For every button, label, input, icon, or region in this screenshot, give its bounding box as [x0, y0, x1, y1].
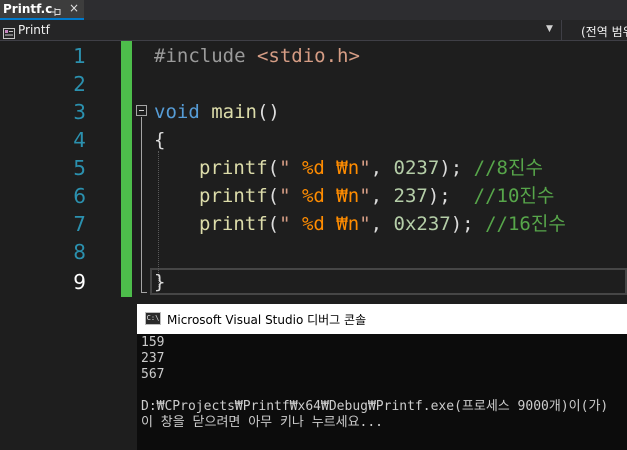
chevron-down-icon[interactable]: ▼ [546, 24, 553, 34]
line-number: 8 [73, 240, 86, 264]
console-app-icon: C:\ [145, 312, 161, 325]
console-close-prompt: 이 창을 닫으려면 아무 키나 누르세요... [141, 415, 384, 430]
line-number: 1 [73, 44, 86, 68]
comment: //8진수 [473, 157, 543, 179]
line-number: 6 [73, 184, 86, 208]
document-tab-strip: Printf.c × [0, 0, 627, 20]
close-brace: } [154, 271, 166, 293]
include-header: <stdio.h> [256, 45, 360, 67]
console-output: 159 237 567 D:₩CProjects₩Printf₩x64₩Debu… [141, 335, 608, 431]
punctuation: , [370, 185, 394, 207]
punctuation: , [370, 157, 394, 179]
tab-title: Printf.c [3, 2, 53, 16]
string-literal: " [279, 157, 302, 179]
global-scope-dropdown[interactable]: (전역 범위) [561, 20, 627, 40]
code-line-printf-decimal: printf(" %d ₩n", 237); //10진수 [199, 182, 554, 210]
string-literal: " [279, 185, 302, 207]
format-specifier: %d ₩n [301, 213, 360, 235]
console-output-line: 237 [141, 351, 165, 366]
comment: //16진수 [485, 213, 566, 235]
string-literal: " [359, 213, 371, 235]
change-tracking-margin [121, 41, 132, 297]
pin-icon[interactable] [51, 3, 63, 16]
current-line-highlight [150, 268, 627, 295]
debug-console-window[interactable]: C:\ Microsoft Visual Studio 디버그 콘솔 159 2… [137, 304, 627, 450]
console-exit-message: D:₩CProjects₩Printf₩x64₩Debug₩Printf.exe… [141, 399, 609, 414]
navigation-bar: Printf ▼ (전역 범위) [0, 20, 627, 41]
code-line-printf-octal: printf(" %d ₩n", 0237); //8진수 [199, 154, 543, 182]
fold-guide [141, 117, 142, 293]
code-line-open-brace: { [154, 126, 165, 154]
function-call: printf [199, 185, 268, 207]
global-scope-label: (전역 범위) [581, 25, 627, 39]
string-literal: " [359, 185, 371, 207]
line-number: 7 [73, 212, 86, 236]
console-output-line: 567 [141, 367, 165, 382]
fold-guide-end [141, 292, 147, 293]
code-line-include: #include <stdio.h> [154, 42, 360, 70]
collapse-icon[interactable] [136, 105, 147, 116]
number-literal: 0x237 [393, 213, 451, 235]
parameter-list: () [256, 101, 280, 123]
visual-studio-window: Printf.c × Printf ▼ (전역 범 1 2 3 4 5 6 7 … [0, 0, 627, 450]
number-literal: 0237 [393, 157, 440, 179]
code-line-printf-hex: printf(" %d ₩n", 0x237); //16진수 [199, 210, 566, 238]
open-brace: { [154, 129, 166, 151]
line-number: 3 [73, 100, 86, 124]
console-output-line: 159 [141, 335, 165, 350]
project-scope-label: Printf [18, 23, 50, 37]
code-line-main: void main() [154, 98, 280, 126]
function-name: main [211, 101, 257, 123]
line-number: 2 [73, 72, 86, 96]
punctuation: ); [439, 157, 463, 179]
string-literal: " [359, 157, 371, 179]
tab-printf-c[interactable]: Printf.c × [0, 0, 84, 20]
function-call: printf [199, 157, 268, 179]
code-line-close-brace: } [154, 268, 165, 296]
punctuation: ( [267, 213, 280, 235]
console-title-bar[interactable]: C:\ Microsoft Visual Studio 디버그 콘솔 [137, 304, 627, 334]
function-call: printf [199, 213, 268, 235]
number-literal: 237 [393, 185, 428, 207]
string-literal: " [279, 213, 302, 235]
line-number: 4 [73, 128, 86, 152]
punctuation: ); [427, 185, 451, 207]
comment: //10진수 [473, 185, 555, 207]
line-number: 5 [73, 156, 86, 180]
indent-guide [158, 151, 159, 287]
punctuation: ); [450, 213, 474, 235]
current-line-number: 9 [73, 270, 86, 294]
punctuation: ( [267, 185, 280, 207]
console-title: Microsoft Visual Studio 디버그 콘솔 [167, 313, 367, 327]
project-icon [3, 24, 15, 39]
format-specifier: %d ₩n [301, 157, 360, 179]
punctuation: ( [267, 157, 280, 179]
keyword-void: void [154, 101, 200, 123]
close-icon[interactable]: × [69, 1, 79, 15]
project-scope-dropdown[interactable]: Printf ▼ [0, 20, 560, 40]
format-specifier: %d ₩n [301, 185, 360, 207]
preprocessor-directive: #include [154, 45, 257, 67]
punctuation: , [370, 213, 394, 235]
